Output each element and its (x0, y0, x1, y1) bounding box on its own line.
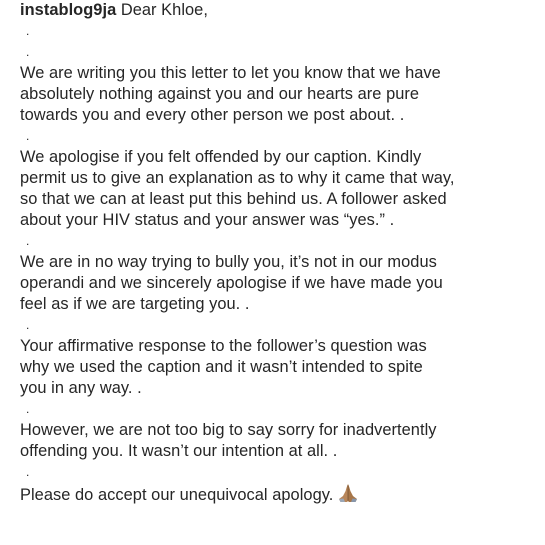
paragraph-line: so that we can at least put this behind … (20, 190, 447, 208)
separator-dot: . (26, 129, 30, 143)
paragraph-5: However, we are not too big to say sorry… (20, 420, 540, 462)
paragraph-line: We are writing you this letter to let yo… (20, 64, 441, 82)
folded-hands-icon (337, 483, 359, 509)
paragraph-line: about your HIV status and your answer wa… (20, 211, 395, 229)
post-caption: instablog9ja Dear Khloe, . . We are writ… (20, 0, 540, 504)
paragraph-line: feel as if we are targeting you. . (20, 295, 250, 313)
separator-dot: . (26, 45, 30, 59)
closing-line: Please do accept our unequivocal apology… (20, 483, 540, 504)
greeting-text: Dear Khloe, (116, 1, 208, 19)
paragraph-line: why we used the caption and it wasn’t in… (20, 358, 423, 376)
separator-dot: . (26, 465, 30, 479)
paragraph-line: offending you. It wasn’t our intention a… (20, 442, 338, 460)
paragraph-line: However, we are not too big to say sorry… (20, 421, 437, 439)
paragraph-4: Your affirmative response to the followe… (20, 336, 540, 399)
paragraph-line: We apologise if you felt offended by our… (20, 148, 422, 166)
username-link[interactable]: instablog9ja (20, 1, 116, 19)
separator-dot: . (26, 318, 30, 332)
paragraph-line: We are in no way trying to bully you, it… (20, 253, 437, 271)
paragraph-3: We are in no way trying to bully you, it… (20, 252, 540, 315)
folded-hands-icon-svg (339, 484, 358, 502)
paragraph-line: permit us to give an explanation as to w… (20, 169, 455, 187)
separator-dot: . (26, 24, 30, 38)
paragraph-line: towards you and every other person we po… (20, 106, 405, 124)
paragraph-1: We are writing you this letter to let yo… (20, 63, 540, 126)
paragraph-line: operandi and we sincerely apologise if w… (20, 274, 443, 292)
paragraph-line: you in any way. . (20, 379, 142, 397)
paragraph-6: Please do accept our unequivocal apology… (20, 483, 540, 504)
paragraph-line: Your affirmative response to the followe… (20, 337, 427, 355)
closing-text: Please do accept our unequivocal apology… (20, 486, 334, 504)
paragraph-line: absolutely nothing against you and our h… (20, 85, 420, 103)
caption-header: instablog9ja Dear Khloe, (20, 0, 540, 21)
paragraph-2: We apologise if you felt offended by our… (20, 147, 540, 231)
separator-dot: . (26, 402, 30, 416)
separator-dot: . (26, 234, 30, 248)
